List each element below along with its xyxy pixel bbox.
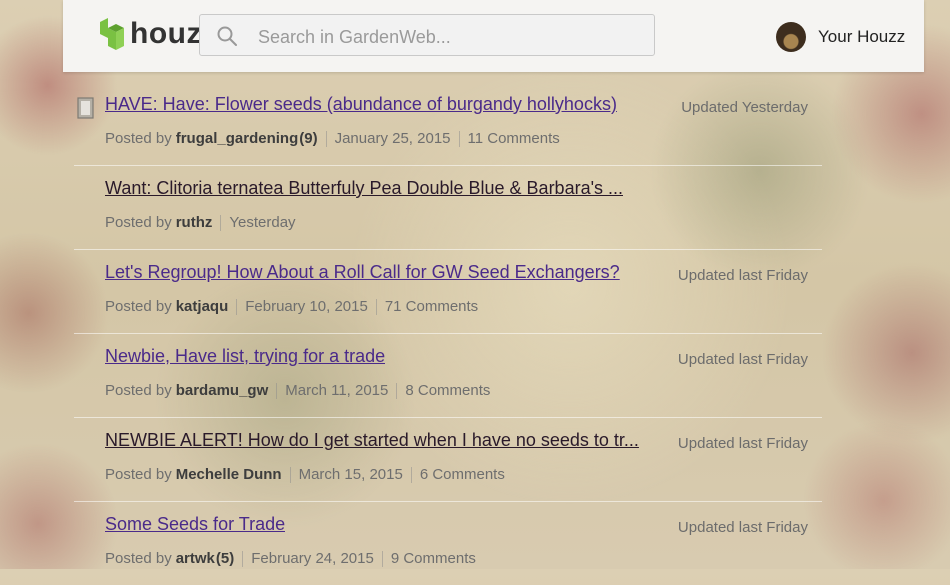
thread-updated: Updated last Friday [677, 435, 808, 452]
list-item: Some Seeds for Trade Updated last Friday… [74, 502, 822, 585]
list-item: NEWBIE ALERT! How do I get started when … [74, 418, 822, 502]
thread-meta: Posted by Mechelle Dunn March 15, 2015 6… [105, 466, 505, 483]
divider [325, 130, 327, 147]
thread-meta: Posted by artwk (5) February 24, 2015 9 … [105, 550, 476, 567]
list-item: Newbie, Have list, trying for a trade Up… [74, 334, 822, 418]
search-box[interactable] [199, 14, 655, 56]
divider [236, 298, 238, 315]
posted-by-label: Posted by [105, 214, 172, 231]
houzz-logo-icon [100, 18, 124, 50]
your-houzz-label[interactable]: Your Houzz [818, 27, 905, 47]
thread-title-link[interactable]: Some Seeds for Trade [105, 514, 285, 535]
author-badge: (5) [215, 550, 235, 567]
divider [289, 466, 291, 483]
posted-by-label: Posted by [105, 550, 172, 567]
divider [410, 466, 412, 483]
thread-date: January 25, 2015 [334, 130, 451, 147]
thread-list: HAVE: Have: Flower seeds (abundance of b… [74, 82, 822, 585]
comment-count-link[interactable]: 8 Comments [405, 382, 490, 399]
author-link[interactable]: bardamu_gw [176, 382, 269, 399]
comment-count-link[interactable]: 71 Comments [385, 298, 478, 315]
author-link[interactable]: katjaqu [176, 298, 229, 315]
author-link[interactable]: Mechelle Dunn [176, 466, 282, 483]
list-item: Want: Clitoria ternatea Butterfuly Pea D… [74, 166, 822, 250]
thread-date: February 24, 2015 [251, 550, 374, 567]
comment-count-link[interactable]: 9 Comments [391, 550, 476, 567]
thread-updated: Updated last Friday [677, 267, 808, 284]
thread-date: Yesterday [229, 214, 296, 231]
comment-count-link[interactable]: 11 Comments [468, 130, 560, 147]
your-houzz-menu[interactable]: Your Houzz [776, 22, 905, 52]
author-link[interactable]: artwk [176, 550, 215, 567]
posted-by-label: Posted by [105, 466, 172, 483]
list-item: Let's Regroup! How About a Roll Call for… [74, 250, 822, 334]
divider [220, 214, 222, 231]
thread-title-link[interactable]: Newbie, Have list, trying for a trade [105, 346, 385, 367]
top-header: houzz Your Houzz [63, 0, 924, 72]
list-item: HAVE: Have: Flower seeds (abundance of b… [74, 82, 822, 166]
divider [381, 550, 383, 567]
divider [375, 298, 377, 315]
avatar[interactable] [776, 22, 806, 52]
thread-date: March 11, 2015 [285, 382, 389, 399]
comment-count-link[interactable]: 6 Comments [420, 466, 505, 483]
thread-updated: Updated last Friday [677, 351, 808, 368]
thread-title-link[interactable]: HAVE: Have: Flower seeds (abundance of b… [105, 94, 617, 115]
divider [242, 550, 244, 567]
thread-meta: Posted by frugal_gardening (9) January 2… [105, 130, 560, 147]
posted-by-label: Posted by [105, 382, 172, 399]
thread-date: February 10, 2015 [245, 298, 368, 315]
thread-date: March 15, 2015 [298, 466, 403, 483]
search-icon[interactable] [217, 26, 237, 46]
thread-meta: Posted by bardamu_gw March 11, 2015 8 Co… [105, 382, 490, 399]
thread-meta: Posted by ruthz Yesterday [105, 214, 296, 231]
author-badge: (9) [299, 130, 318, 147]
author-link[interactable]: frugal_gardening [176, 130, 299, 147]
divider [458, 130, 460, 147]
document-icon [77, 97, 94, 119]
divider [396, 382, 398, 399]
author-link[interactable]: ruthz [176, 214, 213, 231]
thread-title-link[interactable]: NEWBIE ALERT! How do I get started when … [105, 430, 639, 451]
posted-by-label: Posted by [105, 298, 172, 315]
posted-by-label: Posted by [105, 130, 172, 147]
thread-title-link[interactable]: Let's Regroup! How About a Roll Call for… [105, 262, 620, 283]
thread-updated: Updated last Friday [677, 519, 808, 536]
thread-updated: Updated Yesterday [681, 99, 808, 116]
search-input[interactable] [256, 24, 640, 50]
thread-title-link[interactable]: Want: Clitoria ternatea Butterfuly Pea D… [105, 178, 623, 199]
thread-meta: Posted by katjaqu February 10, 2015 71 C… [105, 298, 478, 315]
divider [276, 382, 278, 399]
